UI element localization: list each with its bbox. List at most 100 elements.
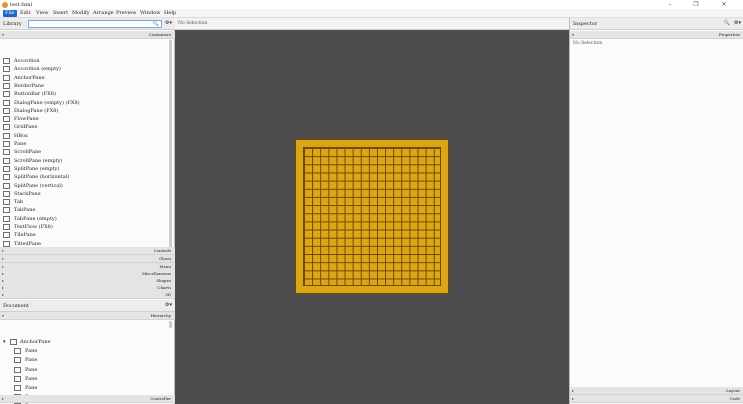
close-button[interactable]: ✕ xyxy=(714,0,734,9)
search-icon[interactable]: 🔍 xyxy=(724,20,730,27)
selection-label: No Selection xyxy=(178,21,208,26)
library-item[interactable]: Accordion xyxy=(3,57,163,65)
library-item[interactable]: FlowPane xyxy=(3,115,163,123)
left-panel: Library 🔍 ⚙▾ ▾ Containers Accordion Accor… xyxy=(0,18,175,404)
library-item[interactable]: Pane xyxy=(3,140,163,148)
hierarchy-item-label: Pane xyxy=(25,385,38,391)
section-properties[interactable]: ▾ Properties xyxy=(570,31,743,39)
section-containers[interactable]: ▾ Containers xyxy=(0,31,175,39)
library-item[interactable]: StackPane xyxy=(3,190,163,198)
library-item[interactable]: Tab xyxy=(3,198,163,206)
library-scrollbar[interactable] xyxy=(169,40,172,266)
pane-icon xyxy=(14,385,21,391)
gear-icon[interactable]: ⚙▾ xyxy=(734,20,741,27)
section-layout[interactable]: ▸ Layout xyxy=(570,387,743,395)
library-item[interactable]: DialogPane (empty) (FX8) xyxy=(3,99,163,107)
library-item[interactable]: Accordion (empty) xyxy=(3,65,163,73)
library-item[interactable]: SplitPane (vertical) xyxy=(3,182,163,190)
library-item-label: ButtonBar (FX8) xyxy=(14,91,56,98)
search-icon[interactable]: 🔍 xyxy=(153,21,159,27)
hierarchy-root-item[interactable]: ▾ AnchorPane xyxy=(3,338,163,346)
container-icon xyxy=(3,141,10,147)
menu-file[interactable]: File xyxy=(3,10,17,17)
hierarchy-item-label: Pane xyxy=(25,348,38,355)
hierarchy-item[interactable]: Pane xyxy=(14,366,174,374)
menu-insert[interactable]: Insert xyxy=(51,10,70,17)
library-search-input[interactable]: 🔍 xyxy=(28,20,162,28)
menu-arrange[interactable]: Arrange xyxy=(91,10,116,17)
menu-help[interactable]: Help xyxy=(162,10,178,17)
section-controller[interactable]: ▸ Controller xyxy=(0,395,175,403)
grid-cells[interactable] xyxy=(303,147,441,286)
container-icon xyxy=(3,165,10,172)
pane-icon xyxy=(14,357,21,364)
library-item[interactable]: AnchorPane xyxy=(3,74,163,82)
container-icon xyxy=(3,199,10,206)
library-item[interactable]: TabPane (empty) xyxy=(3,215,163,223)
section-label: Containers xyxy=(148,32,171,37)
library-item-label: ScrollPane (empty) xyxy=(14,157,63,164)
library-item[interactable]: ScrollPane (empty) xyxy=(3,157,163,165)
library-item[interactable]: TabPane xyxy=(3,206,163,214)
library-item-label: Tab xyxy=(14,199,24,206)
title-bar: test.fxml – ❐ ✕ xyxy=(0,0,743,9)
container-icon xyxy=(3,66,10,73)
hierarchy-item-label: Pane xyxy=(25,366,38,373)
library-item[interactable]: SplitPane (horizontal) xyxy=(3,173,163,181)
menu-modify[interactable]: Modify xyxy=(70,10,92,17)
hierarchy-label: Hierarchy xyxy=(150,313,171,318)
menu-preview[interactable]: Preview xyxy=(114,10,138,17)
app-icon xyxy=(2,1,8,8)
menu-view[interactable]: View xyxy=(34,10,50,17)
hierarchy-item[interactable]: Pane xyxy=(14,356,174,364)
container-icon xyxy=(3,58,10,64)
collapse-arrow-icon[interactable]: ▾ xyxy=(3,339,6,345)
library-item[interactable]: ButtonBar (FX8) xyxy=(3,90,163,98)
container-icon xyxy=(3,132,10,139)
library-item-label: TilePane xyxy=(14,232,36,239)
hierarchy-item[interactable]: Pane xyxy=(14,384,174,392)
container-icon xyxy=(3,124,10,131)
window-title: test.fxml xyxy=(10,1,33,8)
library-item-label: DialogPane (FX8) xyxy=(14,107,59,114)
hierarchy-scrollbar[interactable] xyxy=(169,321,172,328)
container-icon xyxy=(3,74,10,81)
library-item-label: SplitPane (empty) xyxy=(14,165,60,172)
section-3d[interactable]: ▸ 3D xyxy=(0,291,175,299)
library-item[interactable]: TilePane xyxy=(3,231,163,239)
section-code[interactable]: ▸ Code xyxy=(570,395,743,403)
menu-bar: File Edit View Insert Modify Arrange Pre… xyxy=(0,9,743,18)
menu-edit[interactable]: Edit xyxy=(18,10,32,17)
library-item-label: SplitPane (horizontal) xyxy=(14,174,70,181)
gear-icon[interactable]: ⚙▾ xyxy=(165,20,172,27)
minimize-button[interactable]: – xyxy=(660,0,680,9)
container-icon xyxy=(3,107,10,114)
collapse-arrow-icon: ▾ xyxy=(2,32,5,37)
library-item[interactable]: GridPane xyxy=(3,123,163,131)
library-item[interactable]: DialogPane (FX8) xyxy=(3,107,163,115)
library-item-label: TextFlow (FX8) xyxy=(14,224,53,230)
library-item[interactable]: HBox xyxy=(3,132,163,140)
expand-arrow-icon: ▸ xyxy=(572,388,575,393)
section-controls[interactable]: ▸ Controls xyxy=(0,247,175,255)
library-item-label: Accordion xyxy=(14,58,40,64)
library-item[interactable]: BorderPane xyxy=(3,82,163,90)
hierarchy-item[interactable]: Pane xyxy=(14,347,174,355)
library-item[interactable]: TextFlow (FX8) xyxy=(3,223,163,231)
gear-icon[interactable]: ⚙▾ xyxy=(165,302,172,309)
maximize-button[interactable]: ❐ xyxy=(686,0,706,9)
layout-label: Layout xyxy=(726,388,740,393)
library-item-label: DialogPane (empty) (FX8) xyxy=(14,99,80,106)
library-item[interactable]: SplitPane (empty) xyxy=(3,165,163,173)
container-icon xyxy=(3,215,10,222)
section-gluon[interactable]: ▸ Gluon xyxy=(0,255,175,263)
menu-window[interactable]: Window xyxy=(138,10,162,17)
section-hierarchy[interactable]: ▾ Hierarchy xyxy=(0,312,175,320)
container-icon xyxy=(3,240,10,247)
hierarchy-item[interactable]: Pane xyxy=(14,375,174,383)
container-icon xyxy=(3,157,10,164)
container-icon xyxy=(3,91,10,98)
library-item[interactable]: ScrollPane xyxy=(3,148,163,156)
content-canvas[interactable]: No Selection xyxy=(175,18,569,404)
anchor-pane-grid[interactable] xyxy=(295,139,449,294)
